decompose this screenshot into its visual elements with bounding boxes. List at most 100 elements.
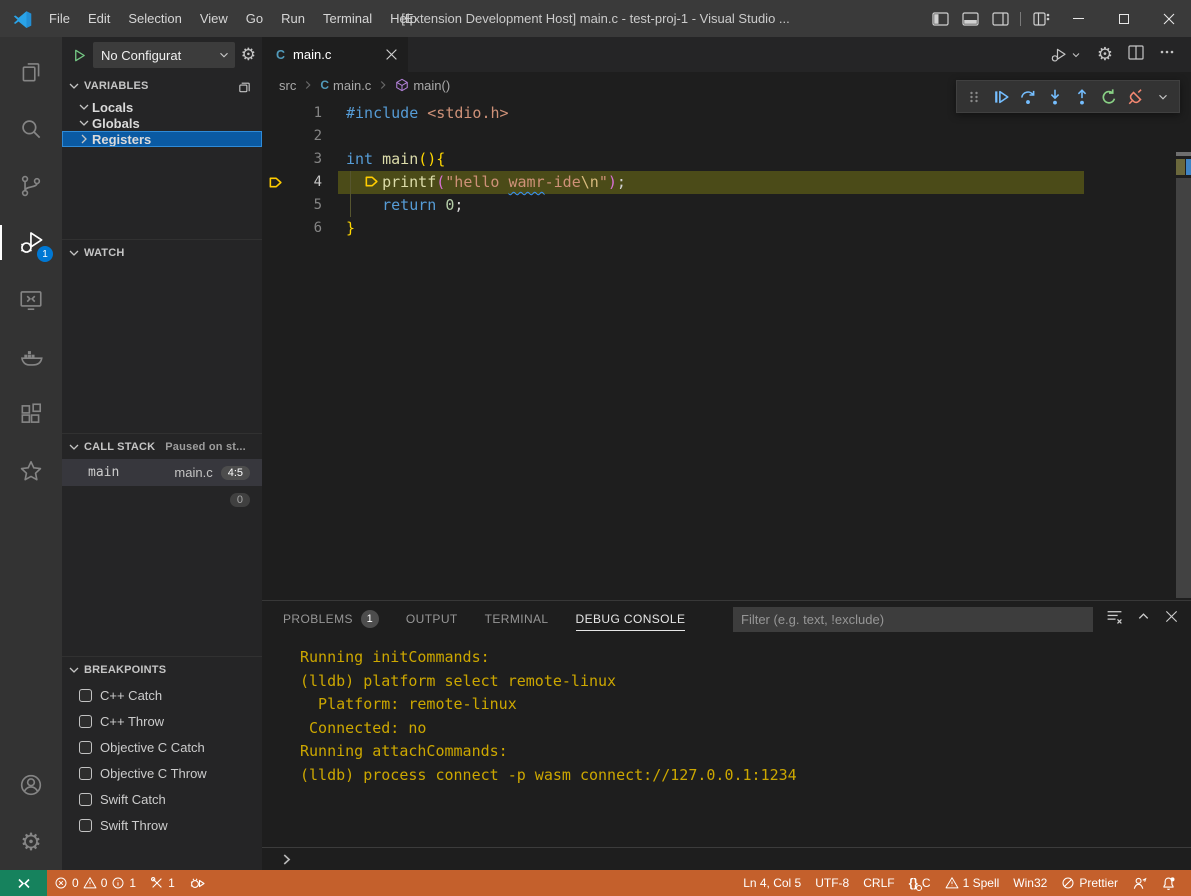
menu-item-selection[interactable]: Selection	[119, 0, 190, 37]
maximize-panel-icon[interactable]	[1136, 609, 1151, 629]
code-line-5[interactable]: 5 return 0;	[262, 194, 1191, 217]
encoding-status[interactable]: UTF-8	[808, 870, 856, 896]
panel-tab-output[interactable]: OUTPUT	[406, 601, 458, 637]
remote-explorer-icon[interactable]	[0, 271, 62, 328]
breakpoint-swift-catch[interactable]: Swift Catch	[62, 786, 262, 812]
start-debug-icon[interactable]	[72, 48, 87, 63]
breakpoint-swift-throw[interactable]: Swift Throw	[62, 812, 262, 838]
remote-indicator[interactable]	[0, 870, 47, 896]
extensions-icon[interactable]	[0, 385, 62, 442]
code-line-4[interactable]: 4 printf("hello wamr-ide\n");	[262, 171, 1191, 194]
panel-tab-debug-console[interactable]: DEBUG CONSOLE	[576, 601, 686, 637]
gutter-glyph-margin[interactable]	[262, 171, 288, 194]
step-out-icon[interactable]	[1068, 81, 1095, 112]
platform-status[interactable]: Win32	[1006, 870, 1054, 896]
language-mode[interactable]: {} C	[902, 870, 938, 896]
formatter-status[interactable]: Prettier	[1054, 870, 1125, 896]
toggle-primary-sidebar-icon[interactable]	[925, 0, 955, 37]
breakpoint-checkbox[interactable]	[79, 767, 92, 780]
gutter-glyph-margin[interactable]	[262, 217, 288, 240]
menu-item-file[interactable]: File	[40, 0, 79, 37]
variables-scope-registers[interactable]: Registers	[62, 131, 262, 147]
more-actions-icon[interactable]	[1159, 44, 1175, 65]
continue-icon[interactable]	[987, 81, 1014, 112]
star-extension-icon[interactable]	[0, 442, 62, 499]
step-into-icon[interactable]	[1041, 81, 1068, 112]
toggle-panel-icon[interactable]	[955, 0, 985, 37]
breadcrumb-file[interactable]: C main.c	[320, 78, 371, 93]
code-editor[interactable]: 1#include <stdio.h>23int main(){4 printf…	[262, 98, 1191, 600]
debug-console-output[interactable]: Running initCommands:(lldb) platform sel…	[262, 637, 1191, 847]
breakpoint-c-catch[interactable]: C++ Catch	[62, 682, 262, 708]
settings-gear-icon[interactable]: ⚙	[0, 813, 62, 870]
panel-tab-terminal[interactable]: TERMINAL	[485, 601, 549, 637]
close-panel-icon[interactable]	[1164, 609, 1179, 629]
debug-settings-gear-icon[interactable]: ⚙	[241, 47, 256, 64]
breadcrumb-symbol[interactable]: main()	[395, 78, 450, 93]
customize-layout-icon[interactable]	[1026, 0, 1056, 37]
code-line-3[interactable]: 3int main(){	[262, 148, 1191, 171]
breakpoint-checkbox[interactable]	[79, 741, 92, 754]
breakpoint-checkbox[interactable]	[79, 793, 92, 806]
account-icon[interactable]	[0, 756, 62, 813]
menu-item-terminal[interactable]: Terminal	[314, 0, 381, 37]
scrollbar-slider[interactable]	[1176, 178, 1191, 598]
debug-status[interactable]	[182, 870, 212, 896]
breakpoint-checkbox[interactable]	[79, 689, 92, 702]
spell-checker-status[interactable]: 1 Spell	[938, 870, 1007, 896]
breakpoint-objective-c-throw[interactable]: Objective C Throw	[62, 760, 262, 786]
breakpoint-checkbox[interactable]	[79, 715, 92, 728]
call-stack-frame-row[interactable]: main main.c 4:5	[62, 459, 262, 486]
split-editor-icon[interactable]	[1128, 45, 1144, 65]
variables-scope-locals[interactable]: Locals	[62, 99, 262, 115]
disconnect-icon[interactable]	[1122, 81, 1149, 112]
variables-actions-icon[interactable]	[237, 79, 252, 94]
code-line-6[interactable]: 6}	[262, 217, 1191, 240]
call-stack-section-header[interactable]: CALL STACK Paused on st...	[62, 433, 262, 459]
step-over-icon[interactable]	[1014, 81, 1041, 112]
problems-status[interactable]: 0 0 1	[47, 870, 143, 896]
minimize-button[interactable]	[1056, 0, 1101, 37]
gutter-glyph-margin[interactable]	[262, 148, 288, 171]
cursor-position[interactable]: Ln 4, Col 5	[736, 870, 808, 896]
editor-settings-gear-icon[interactable]: ⚙	[1097, 46, 1113, 64]
editor-scrollbar[interactable]	[1176, 152, 1191, 600]
menu-item-run[interactable]: Run	[272, 0, 314, 37]
variables-scope-globals[interactable]: Globals	[62, 115, 262, 131]
docker-icon[interactable]	[0, 328, 62, 385]
code-line-2[interactable]: 2	[262, 125, 1191, 148]
debug-configuration-dropdown[interactable]: No Configurat	[93, 42, 235, 68]
explorer-icon[interactable]	[0, 43, 62, 100]
menu-item-go[interactable]: Go	[237, 0, 272, 37]
breadcrumb-src[interactable]: src	[279, 78, 296, 93]
source-control-icon[interactable]	[0, 157, 62, 214]
breakpoints-section-header[interactable]: BREAKPOINTS	[62, 656, 262, 682]
breakpoint-objective-c-catch[interactable]: Objective C Catch	[62, 734, 262, 760]
variables-section-header[interactable]: VARIABLES	[62, 73, 262, 99]
breakpoint-checkbox[interactable]	[79, 819, 92, 832]
gutter-glyph-margin[interactable]	[262, 125, 288, 148]
debug-session-chevron-icon[interactable]	[1149, 81, 1176, 112]
toolbar-drag-grip[interactable]	[960, 81, 987, 112]
menu-item-edit[interactable]: Edit	[79, 0, 119, 37]
clear-console-icon[interactable]	[1106, 608, 1123, 630]
breakpoint-c-throw[interactable]: C++ Throw	[62, 708, 262, 734]
console-filter-input[interactable]	[733, 607, 1093, 632]
toggle-secondary-sidebar-icon[interactable]	[985, 0, 1015, 37]
gutter-glyph-margin[interactable]	[262, 194, 288, 217]
run-and-debug-icon[interactable]: 1	[0, 214, 62, 271]
gutter-glyph-margin[interactable]	[262, 102, 288, 125]
search-icon[interactable]	[0, 100, 62, 157]
tools-status[interactable]: 1	[143, 870, 182, 896]
debug-console-input[interactable]	[262, 847, 1191, 870]
watch-section-header[interactable]: WATCH	[62, 239, 262, 265]
run-or-debug-button[interactable]	[1050, 46, 1082, 64]
feedback-status[interactable]	[1125, 870, 1154, 896]
eol-status[interactable]: CRLF	[856, 870, 901, 896]
panel-tab-problems[interactable]: PROBLEMS1	[283, 601, 379, 637]
notifications-status[interactable]	[1154, 870, 1183, 896]
tab-main-c[interactable]: C main.c	[262, 37, 408, 72]
tab-close-icon[interactable]	[385, 48, 398, 61]
close-button[interactable]	[1146, 0, 1191, 37]
menu-item-view[interactable]: View	[191, 0, 237, 37]
